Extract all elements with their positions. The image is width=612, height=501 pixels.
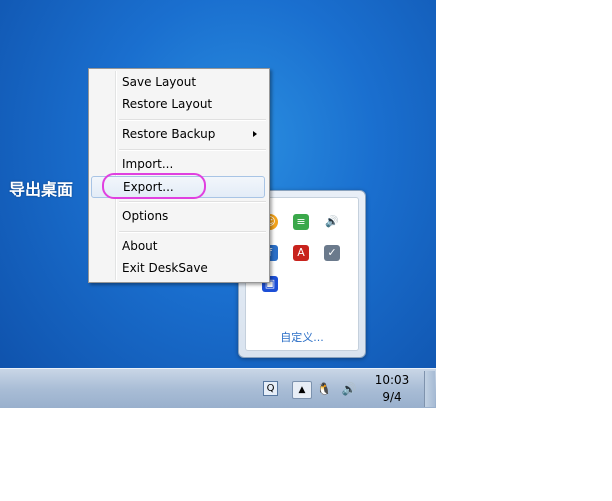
menu-item-exit-desksave[interactable]: Exit DeskSave xyxy=(91,257,265,279)
show-hidden-icons-button[interactable]: ▲ xyxy=(292,381,312,399)
menu-item-restore-layout[interactable]: Restore Layout xyxy=(91,93,265,115)
menu-separator xyxy=(119,201,266,203)
volume-icon[interactable]: 🔊 xyxy=(341,381,357,397)
menu-separator xyxy=(119,149,266,151)
show-desktop-button[interactable] xyxy=(424,371,435,407)
menu-separator xyxy=(119,119,266,121)
highlight-ellipse xyxy=(102,173,206,199)
clock-date: 9/4 xyxy=(382,390,402,404)
menu-item-save-layout[interactable]: Save Layout xyxy=(91,71,265,93)
qq-icon[interactable]: 🐧 xyxy=(316,381,332,397)
desktop: 导出桌面 ☺ ≡ 🔊 f A ✓ ▣ 自定义... Q ▲ 🐧 🔊 10:03 … xyxy=(0,0,436,408)
customize-link[interactable]: 自定义... xyxy=(246,329,358,345)
menu-item-about[interactable]: About xyxy=(91,235,265,257)
submenu-arrow-icon xyxy=(253,131,257,137)
clock-time: 10:03 xyxy=(374,373,410,387)
green-app-icon[interactable]: ≡ xyxy=(293,214,309,230)
deskSave-tray-icon[interactable]: Q xyxy=(263,381,278,396)
menu-item-import[interactable]: Import... xyxy=(91,153,265,175)
taskbar: Q ▲ 🐧 🔊 10:03 9/4 xyxy=(0,368,436,408)
safely-remove-hardware-icon[interactable]: ✓ xyxy=(324,245,340,261)
annotation-label: 导出桌面 xyxy=(9,180,74,199)
menu-item-restore-backup[interactable]: Restore Backup xyxy=(91,123,265,145)
menu-item-restore-backup-label: Restore Backup xyxy=(122,127,216,141)
speaker-icon[interactable]: 🔊 xyxy=(324,214,340,230)
clock[interactable]: 10:03 9/4 xyxy=(370,372,414,406)
menu-item-options[interactable]: Options xyxy=(91,205,265,227)
menu-separator xyxy=(119,231,266,233)
adobe-icon[interactable]: A xyxy=(293,245,309,261)
